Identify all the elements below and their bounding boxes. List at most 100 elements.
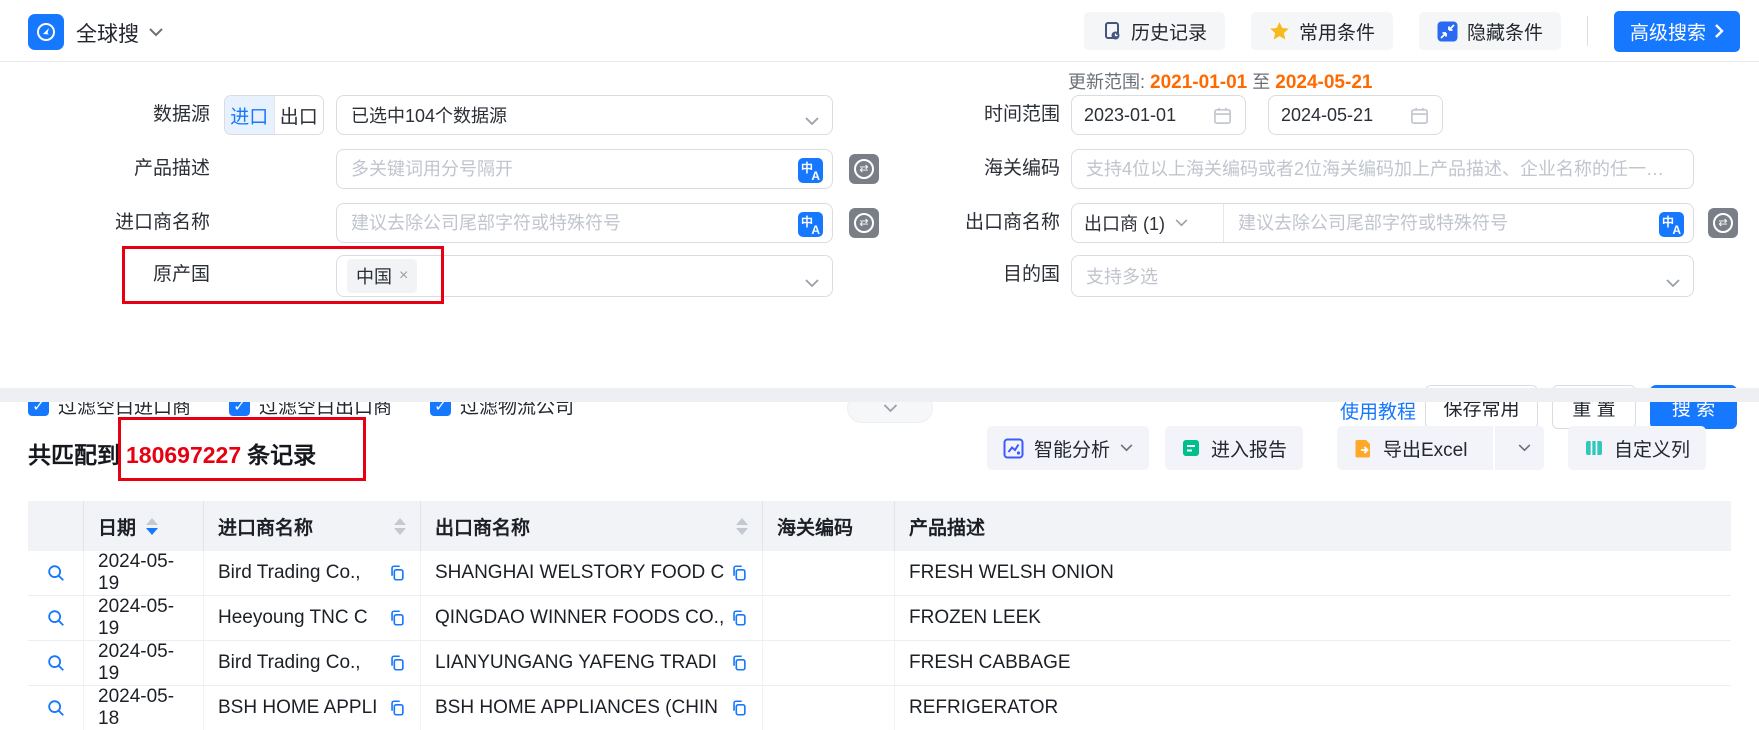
cell-product-desc: FRESH CABBAGE	[895, 641, 1731, 685]
app-logo-icon	[28, 14, 64, 50]
smart-analysis-button[interactable]: 智能分析	[987, 426, 1149, 470]
dest-country-select[interactable]: 支持多选	[1071, 255, 1694, 297]
fuzzy-match-toggle-icon[interactable]: ⇄	[1708, 208, 1738, 238]
export-options-chevron[interactable]	[1505, 444, 1544, 452]
dest-country-label: 目的国	[900, 255, 1060, 295]
origin-country-select[interactable]: 中国 ×	[336, 255, 833, 297]
header-date[interactable]: 日期	[84, 501, 204, 551]
copy-icon[interactable]	[388, 564, 406, 582]
favorites-button[interactable]: 常用条件	[1251, 12, 1393, 50]
translate-icon[interactable]: 中A	[798, 212, 823, 237]
date-to-field[interactable]	[1268, 95, 1443, 135]
cell-importer: Bird Trading Co.,	[218, 652, 382, 674]
header-icon-column	[28, 501, 84, 551]
exporter-input[interactable]	[1224, 213, 1647, 234]
advanced-search-button[interactable]: 高级搜索	[1614, 11, 1740, 52]
row-search-icon[interactable]	[46, 698, 66, 718]
header-importer[interactable]: 进口商名称	[204, 501, 421, 551]
data-source-select[interactable]: 已选中104个数据源	[336, 95, 833, 135]
customize-columns-button[interactable]: 自定义列	[1568, 426, 1706, 470]
row-search-icon[interactable]	[46, 608, 66, 628]
data-source-selected-value: 已选中104个数据源	[351, 102, 507, 128]
cell-importer: Bird Trading Co.,	[218, 562, 382, 584]
hide-conditions-button[interactable]: 隐藏条件	[1419, 12, 1561, 50]
cell-date: 2024-05-19	[84, 596, 204, 640]
section-divider	[0, 388, 1759, 402]
export-excel-button[interactable]: 导出Excel	[1337, 435, 1483, 462]
calendar-icon	[1410, 106, 1429, 130]
tab-export[interactable]: 出口	[274, 96, 324, 134]
header-exporter-label: 出口商名称	[435, 513, 726, 540]
excel-file-icon	[1353, 438, 1373, 458]
enter-report-button[interactable]: 进入报告	[1165, 426, 1303, 470]
exporter-type-select[interactable]: 出口商 (1)	[1072, 204, 1224, 242]
date-from-input[interactable]	[1084, 105, 1233, 126]
copy-icon[interactable]	[730, 654, 748, 672]
copy-icon[interactable]	[730, 564, 748, 582]
chevron-down-icon	[805, 110, 819, 131]
cell-hs-code	[763, 641, 895, 685]
history-icon	[1102, 21, 1122, 41]
sort-control[interactable]	[394, 518, 406, 535]
results-count-suffix: 条记录	[247, 442, 316, 468]
copy-icon[interactable]	[730, 609, 748, 627]
export-excel-split-button: 导出Excel	[1337, 426, 1544, 470]
cell-importer: Heeyoung TNC C	[218, 607, 382, 629]
app-title: 全球搜	[76, 18, 139, 48]
product-desc-field[interactable]: 中A	[336, 149, 833, 189]
exporter-label: 出口商名称	[900, 203, 1060, 243]
row-search-icon[interactable]	[46, 563, 66, 583]
copy-icon[interactable]	[388, 654, 406, 672]
table-row[interactable]: 2024-05-19 Bird Trading Co., SHANGHAI WE…	[28, 551, 1731, 596]
collapse-icon	[1437, 21, 1458, 42]
header-date-label: 日期	[98, 513, 136, 540]
translate-icon[interactable]: 中A	[798, 158, 823, 183]
importer-field[interactable]: 中A	[336, 203, 833, 243]
copy-icon[interactable]	[388, 609, 406, 627]
update-range-to-word: 至	[1252, 72, 1270, 92]
origin-country-tag: 中国 ×	[347, 259, 417, 293]
table-row[interactable]: 2024-05-18 BSH HOME APPLI BSH HOME APPLI…	[28, 686, 1731, 730]
chevron-down-icon	[883, 404, 898, 413]
copy-icon[interactable]	[388, 699, 406, 717]
cell-date: 2024-05-19	[84, 641, 204, 685]
product-desc-input[interactable]	[351, 159, 786, 180]
hs-code-input[interactable]	[1086, 159, 1679, 180]
table-row[interactable]: 2024-05-19 Bird Trading Co., LIANYUNGANG…	[28, 641, 1731, 686]
importer-input[interactable]	[351, 213, 786, 234]
chevron-down-icon	[1518, 444, 1531, 452]
date-to-input[interactable]	[1281, 105, 1430, 126]
cell-exporter: LIANYUNGANG YAFENG TRADI	[435, 652, 724, 674]
fuzzy-match-toggle-icon[interactable]: ⇄	[849, 154, 879, 184]
exporter-type-value: 出口商 (1)	[1084, 210, 1165, 236]
sort-control[interactable]	[146, 518, 158, 535]
history-button[interactable]: 历史记录	[1084, 12, 1225, 50]
cell-hs-code	[763, 686, 895, 730]
exporter-field[interactable]: 出口商 (1) 中A	[1071, 203, 1694, 243]
enter-report-label: 进入报告	[1211, 435, 1287, 462]
app-switch-chevron-down-icon[interactable]	[148, 24, 164, 42]
copy-icon[interactable]	[730, 699, 748, 717]
table-row[interactable]: 2024-05-19 Heeyoung TNC C QINGDAO WINNER…	[28, 596, 1731, 641]
chevron-down-icon	[1175, 219, 1188, 227]
fuzzy-match-toggle-icon[interactable]: ⇄	[849, 208, 879, 238]
translate-icon[interactable]: 中A	[1659, 212, 1684, 237]
date-from-field[interactable]	[1071, 95, 1246, 135]
sort-control[interactable]	[736, 518, 748, 535]
header-importer-label: 进口商名称	[218, 513, 384, 540]
hs-code-field[interactable]	[1071, 149, 1694, 189]
remove-tag-icon[interactable]: ×	[399, 267, 408, 285]
origin-country-label: 原产国	[50, 255, 210, 295]
data-source-label: 数据源	[50, 95, 210, 135]
tab-import[interactable]: 进口	[225, 96, 274, 134]
header-exporter[interactable]: 出口商名称	[421, 501, 763, 551]
report-icon	[1181, 438, 1201, 458]
row-search-icon[interactable]	[46, 653, 66, 673]
top-bar: 全球搜 历史记录 常用条件 隐藏条件 高级搜索	[0, 0, 1759, 62]
cell-hs-code	[763, 596, 895, 640]
history-button-label: 历史记录	[1131, 18, 1207, 45]
calendar-icon	[1213, 106, 1232, 130]
origin-country-tag-label: 中国	[356, 263, 392, 289]
chevron-down-icon	[805, 272, 819, 293]
cell-product-desc: REFRIGERATOR	[895, 686, 1731, 730]
